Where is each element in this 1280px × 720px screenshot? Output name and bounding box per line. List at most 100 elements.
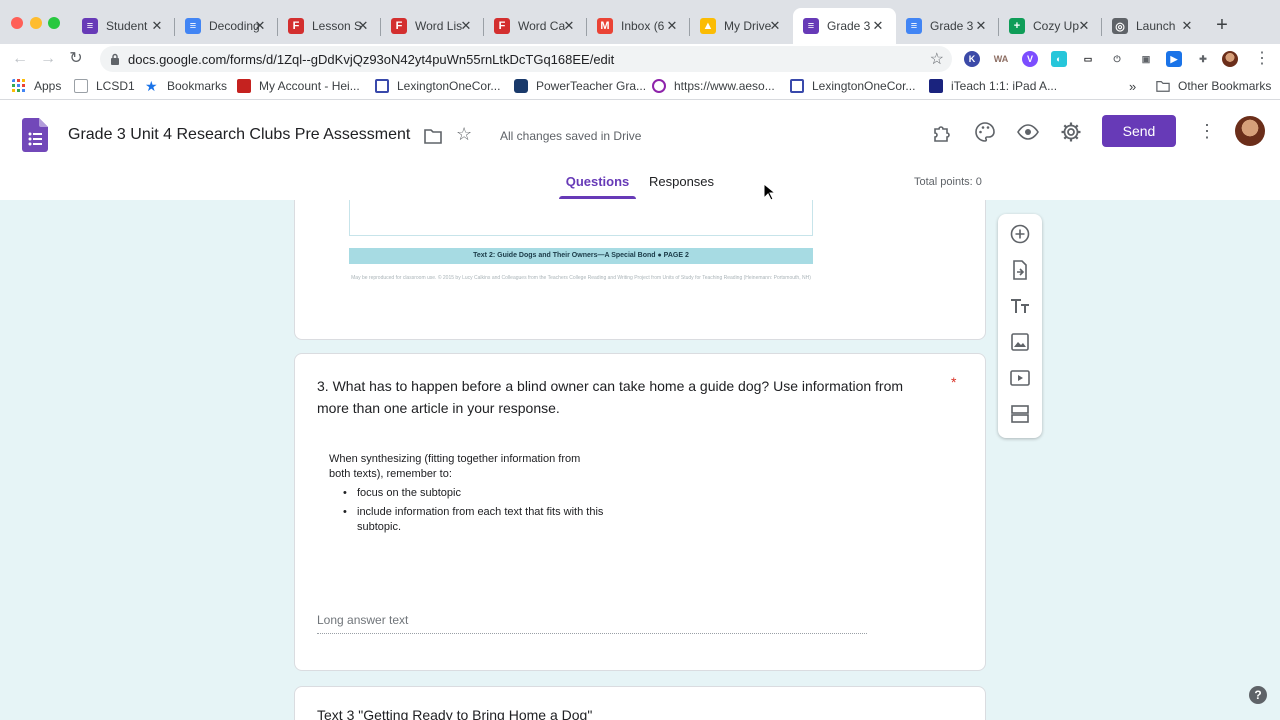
browser-tab[interactable]: ≡ Grade 3 ✕: [896, 8, 999, 44]
question-title[interactable]: 3. What has to happen before a blind own…: [317, 375, 937, 419]
bookmark-label: iTeach 1:1: iPad A...: [951, 79, 1058, 93]
window-close-button[interactable]: [11, 17, 23, 29]
tab-close-icon[interactable]: ✕: [355, 18, 371, 34]
extension-power-icon[interactable]: ⏻: [1109, 51, 1125, 67]
new-tab-button[interactable]: +: [1212, 15, 1232, 36]
extension-wa-icon[interactable]: WA: [993, 51, 1009, 67]
image-item-card[interactable]: Text 2: Guide Dogs and Their Owners—A Sp…: [294, 200, 986, 340]
browser-tab[interactable]: ◎ Launch ✕: [1102, 8, 1205, 44]
send-button[interactable]: Send: [1102, 115, 1176, 147]
browser-tab-active[interactable]: ≡ Grade 3 ✕: [793, 8, 896, 44]
section-card[interactable]: Text 3 "Getting Ready to Bring Home a Do…: [294, 686, 986, 720]
required-indicator: *: [951, 374, 957, 390]
form-editor-canvas: Text 2: Guide Dogs and Their Owners—A Sp…: [0, 200, 1280, 720]
browser-tab[interactable]: + Cozy Up ✕: [999, 8, 1102, 44]
tab-close-icon[interactable]: ✕: [149, 18, 165, 34]
add-ons-icon[interactable]: [931, 121, 953, 143]
tab-close-icon[interactable]: ✕: [973, 18, 989, 34]
docs-favicon-icon: ≡: [906, 18, 922, 34]
extension-cast-icon[interactable]: ▣: [1138, 51, 1154, 67]
browser-tab[interactable]: F Word Lis ✕: [381, 8, 484, 44]
add-question-icon[interactable]: [1009, 223, 1031, 245]
tab-responses[interactable]: Responses: [649, 174, 714, 189]
tab-close-icon[interactable]: ✕: [561, 18, 577, 34]
floating-toolbar: [998, 214, 1042, 438]
help-icon[interactable]: ?: [1249, 686, 1267, 704]
extensions-puzzle-icon[interactable]: ✚: [1195, 51, 1211, 67]
browser-toolbar: ← → ↻ docs.google.com/forms/d/1Zql--gDdK…: [0, 44, 1280, 74]
extension-k-icon[interactable]: K: [964, 51, 980, 67]
bookmarks-bar: Apps LCSD1 ★ Bookmarks My Account - Hei.…: [0, 74, 1280, 100]
tab-close-icon[interactable]: ✕: [664, 18, 680, 34]
bookmark-label: LexingtonOneCor...: [812, 79, 916, 93]
long-answer-placeholder: Long answer text: [317, 613, 409, 627]
tab-close-icon[interactable]: ✕: [252, 18, 268, 34]
more-options-icon[interactable]: ⋮: [1198, 120, 1216, 142]
bookmark-star-icon[interactable]: ☆: [930, 49, 944, 69]
browser-tab[interactable]: ≡ Student ✕: [72, 8, 175, 44]
browser-tab[interactable]: ≡ Decoding ✕: [175, 8, 278, 44]
iteach-icon: [929, 79, 943, 93]
settings-gear-icon[interactable]: [1060, 121, 1082, 143]
bookmark-aeso[interactable]: https://www.aeso...: [652, 79, 775, 93]
bookmark-lexington-1[interactable]: LexingtonOneCor...: [375, 79, 500, 93]
move-to-folder-icon[interactable]: [424, 128, 442, 144]
tab-close-icon[interactable]: ✕: [870, 18, 886, 34]
extension-video-icon[interactable]: ▶: [1166, 51, 1182, 67]
browser-tab-strip: ≡ Student ✕ ≡ Decoding ✕ F Lesson S ✕ F …: [0, 0, 1280, 46]
section-title[interactable]: Text 3 "Getting Ready to Bring Home a Do…: [317, 707, 592, 720]
back-icon[interactable]: ←: [10, 49, 30, 69]
f-favicon-icon: F: [288, 18, 304, 34]
import-questions-icon[interactable]: [1009, 259, 1031, 281]
bookmark-label: My Account - Hei...: [259, 79, 360, 93]
bookmark-apps[interactable]: Apps: [12, 79, 61, 93]
question-image: When synthesizing (fitting together info…: [329, 452, 609, 552]
profile-avatar[interactable]: [1222, 51, 1238, 67]
add-image-icon[interactable]: [1009, 331, 1031, 353]
extension-screencast-icon[interactable]: ◐: [1051, 51, 1067, 67]
add-title-icon[interactable]: [1009, 295, 1031, 317]
browser-tab[interactable]: F Word Ca ✕: [484, 8, 587, 44]
h-logo-icon: [237, 79, 251, 93]
bookmark-label: LexingtonOneCor...: [397, 79, 501, 93]
tab-close-icon[interactable]: ✕: [1076, 18, 1092, 34]
image-bullet-list: focus on the subtopic include informatio…: [329, 486, 609, 535]
tab-close-icon[interactable]: ✕: [1179, 18, 1195, 34]
question-card[interactable]: 3. What has to happen before a blind own…: [294, 353, 986, 671]
bookmark-lexington-2[interactable]: LexingtonOneCor...: [790, 79, 915, 93]
star-icon[interactable]: ☆: [456, 124, 472, 145]
window-maximize-button[interactable]: [48, 17, 60, 29]
aeso-icon: [652, 79, 666, 93]
account-avatar[interactable]: [1235, 116, 1265, 146]
bookmark-my-account[interactable]: My Account - Hei...: [237, 79, 360, 93]
bookmark-lcsd1[interactable]: LCSD1: [74, 79, 135, 93]
add-video-icon[interactable]: [1009, 367, 1031, 389]
google-forms-logo-icon[interactable]: [22, 118, 48, 152]
browser-tab[interactable]: F Lesson S ✕: [278, 8, 381, 44]
tab-questions[interactable]: Questions: [559, 174, 636, 189]
bookmark-powerteacher[interactable]: PowerTeacher Gra...: [514, 79, 646, 93]
bookmark-bookmarks[interactable]: ★ Bookmarks: [145, 79, 227, 93]
bookmark-iteach[interactable]: iTeach 1:1: iPad A...: [929, 79, 1057, 93]
tab-close-icon[interactable]: ✕: [458, 18, 474, 34]
add-section-icon[interactable]: [1009, 403, 1031, 425]
forward-icon[interactable]: →: [38, 49, 58, 69]
form-title[interactable]: Grade 3 Unit 4 Research Clubs Pre Assess…: [68, 126, 410, 144]
browser-tab[interactable]: ▲ My Drive ✕: [690, 8, 793, 44]
tab-close-icon[interactable]: ✕: [767, 18, 783, 34]
preview-eye-icon[interactable]: [1017, 121, 1039, 143]
reload-icon[interactable]: ↻: [66, 49, 86, 69]
extension-monitor-icon[interactable]: ▭: [1080, 51, 1096, 67]
palette-icon[interactable]: [974, 121, 996, 143]
f-favicon-icon: F: [494, 18, 510, 34]
window-minimize-button[interactable]: [30, 17, 42, 29]
other-bookmarks[interactable]: Other Bookmarks: [1156, 79, 1271, 93]
browser-tab[interactable]: M Inbox (6 ✕: [587, 8, 690, 44]
address-bar[interactable]: docs.google.com/forms/d/1Zql--gDdKvjQz93…: [100, 46, 952, 72]
extension-v-icon[interactable]: V: [1022, 51, 1038, 67]
bookmarks-overflow-button[interactable]: »: [1129, 79, 1136, 94]
gmail-favicon-icon: M: [597, 18, 613, 34]
embedded-image-top: [349, 200, 813, 236]
url-text: docs.google.com/forms/d/1Zql--gDdKvjQz93…: [128, 52, 615, 67]
browser-menu-icon[interactable]: ⋮: [1252, 49, 1272, 69]
